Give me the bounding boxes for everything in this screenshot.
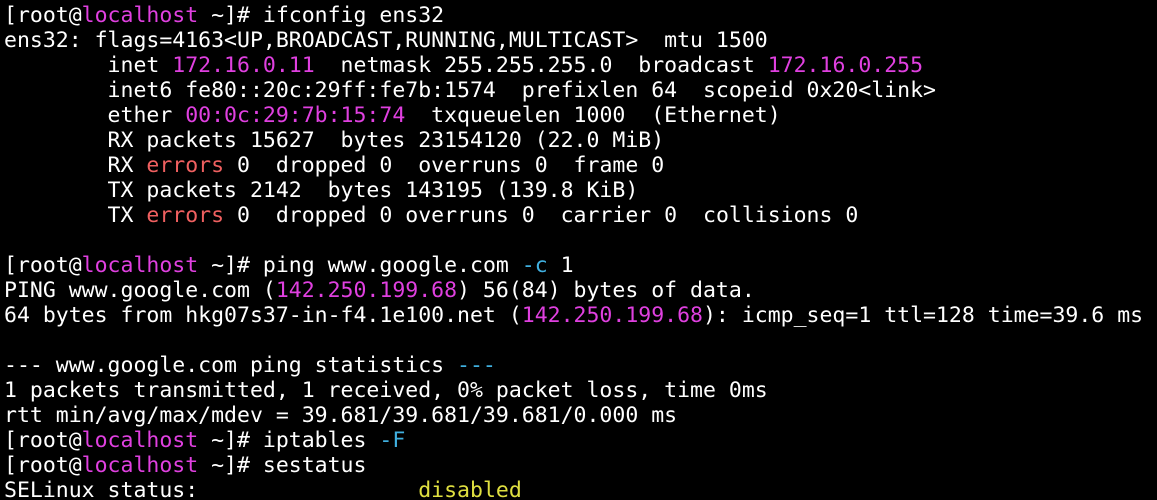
output-text: ~]# iptables xyxy=(198,428,380,453)
output-text: ~]# ifconfig ens32 xyxy=(198,3,445,28)
prompt-hostname: localhost xyxy=(81,453,199,478)
output-text: [root@ xyxy=(4,453,82,478)
command-flag: --- xyxy=(457,353,496,378)
terminal-line: [root@localhost ~]# sestatus xyxy=(4,453,1157,478)
error-label: errors xyxy=(146,153,225,178)
output-text: inet xyxy=(4,53,173,78)
terminal-line: TX errors 0 dropped 0 overruns 0 carrier… xyxy=(4,203,1157,228)
address-text: 172.16.0.255 xyxy=(767,53,924,78)
output-text: [root@ xyxy=(4,428,82,453)
terminal-line: SELinux status: disabled xyxy=(4,478,1157,500)
output-text: ~]# ping www.google.com xyxy=(198,253,522,278)
terminal-line: 1 packets transmitted, 1 received, 0% pa… xyxy=(4,378,1157,403)
output-text: [root@ xyxy=(4,253,82,278)
output-text: ~]# sestatus xyxy=(198,453,367,478)
command-flag: -F xyxy=(379,428,406,453)
terminal-line: [root@localhost ~]# iptables -F xyxy=(4,428,1157,453)
output-text: ether xyxy=(4,103,186,128)
terminal-line: [root@localhost ~]# ping www.google.com … xyxy=(4,253,1157,278)
terminal-line: RX packets 15627 bytes 23154120 (22.0 Mi… xyxy=(4,128,1157,153)
output-text: PING www.google.com ( xyxy=(4,278,276,303)
address-text: 172.16.0.11 xyxy=(172,53,315,78)
status-value: disabled xyxy=(418,478,522,500)
prompt-hostname: localhost xyxy=(81,253,199,278)
output-text: 64 bytes from hkg07s37-in-f4.1e100.net ( xyxy=(4,303,522,328)
output-text: RX xyxy=(4,153,147,178)
terminal-line: ether 00:0c:29:7b:15:74 txqueuelen 1000 … xyxy=(4,103,1157,128)
terminal-line: [root@localhost ~]# ifconfig ens32 xyxy=(4,3,1157,28)
output-text: rtt min/avg/max/mdev = 39.681/39.681/39.… xyxy=(4,403,678,428)
address-text: 00:0c:29:7b:15:74 xyxy=(185,103,406,128)
terminal-line: inet 172.16.0.11 netmask 255.255.255.0 b… xyxy=(4,53,1157,78)
terminal-line: rtt min/avg/max/mdev = 39.681/39.681/39.… xyxy=(4,403,1157,428)
output-text: 1 xyxy=(547,253,574,278)
terminal-line: --- www.google.com ping statistics --- xyxy=(4,353,1157,378)
output-text: ): icmp_seq=1 ttl=128 time=39.6 ms xyxy=(702,303,1144,328)
terminal-line: RX errors 0 dropped 0 overruns 0 frame 0 xyxy=(4,153,1157,178)
output-text: TX packets 2142 bytes 143195 (139.8 KiB) xyxy=(4,178,639,203)
prompt-hostname: localhost xyxy=(81,3,199,28)
terminal-line: inet6 fe80::20c:29ff:fe7b:1574 prefixlen… xyxy=(4,78,1157,103)
output-text: ) 56(84) bytes of data. xyxy=(457,278,755,303)
output-text: TX xyxy=(4,203,147,228)
output-text: 0 dropped 0 overruns 0 carrier 0 collisi… xyxy=(224,203,859,228)
address-text: 142.250.199.68 xyxy=(275,278,458,303)
output-text: netmask 255.255.255.0 broadcast xyxy=(314,53,768,78)
output-text: [root@ xyxy=(4,3,82,28)
output-text: --- www.google.com ping statistics xyxy=(4,353,458,378)
output-text: SELinux status: xyxy=(4,478,419,500)
terminal-line: ens32: flags=4163<UP,BROADCAST,RUNNING,M… xyxy=(4,28,1157,53)
output-text: txqueuelen 1000 (Ethernet) xyxy=(405,103,781,128)
prompt-hostname: localhost xyxy=(81,428,199,453)
output-text: 1 packets transmitted, 1 received, 0% pa… xyxy=(4,378,768,403)
terminal-line: 64 bytes from hkg07s37-in-f4.1e100.net (… xyxy=(4,303,1157,328)
address-text: 142.250.199.68 xyxy=(521,303,703,328)
output-text: ens32: flags=4163<UP,BROADCAST,RUNNING,M… xyxy=(4,28,768,53)
output-text: RX packets 15627 bytes 23154120 (22.0 Mi… xyxy=(4,128,665,153)
output-text: 0 dropped 0 overruns 0 frame 0 xyxy=(224,153,665,178)
command-flag: -c xyxy=(521,253,548,278)
terminal-line: PING www.google.com (142.250.199.68) 56(… xyxy=(4,278,1157,303)
terminal-window[interactable]: [root@localhost ~]# ifconfig ens32 ens32:… xyxy=(0,0,1157,500)
output-text: inet6 fe80::20c:29ff:fe7b:1574 prefixlen… xyxy=(4,78,936,103)
error-label: errors xyxy=(146,203,225,228)
terminal-line: TX packets 2142 bytes 143195 (139.8 KiB) xyxy=(4,178,1157,203)
